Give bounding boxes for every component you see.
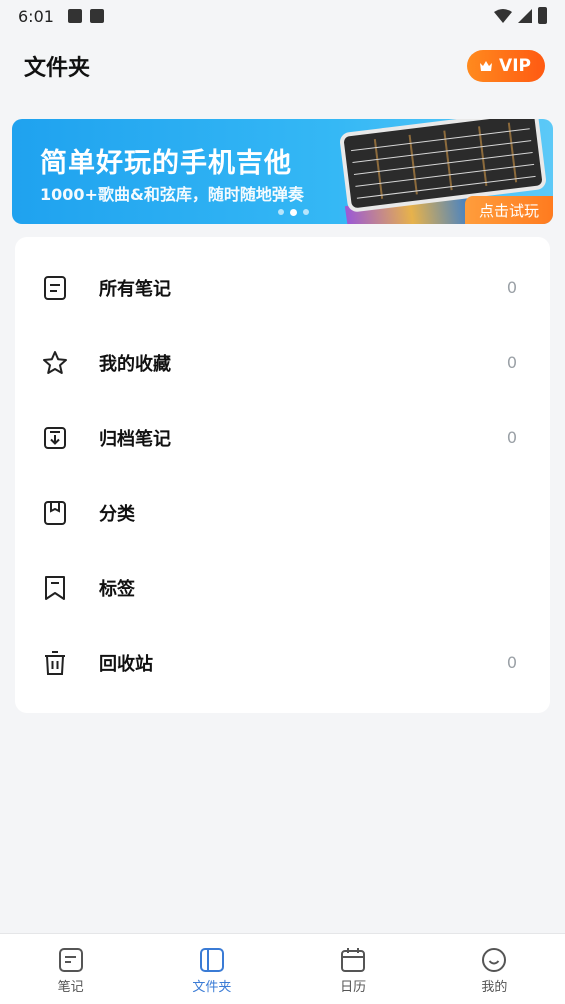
folder-row-tags[interactable]: 标签	[15, 550, 550, 625]
tag-icon	[45, 575, 65, 600]
notification-a-icon	[67, 9, 82, 23]
try-play-button[interactable]: 点击试玩	[465, 196, 553, 224]
folder-label: 标签	[99, 578, 135, 600]
category-icon	[44, 500, 66, 525]
folder-row-archived[interactable]: 归档笔记 0	[15, 400, 550, 475]
banner-pager	[278, 209, 309, 216]
tab-label: 笔记	[57, 980, 84, 995]
folder-label: 归档笔记	[99, 428, 171, 450]
vip-label: VIP	[499, 56, 531, 76]
tab-calendar[interactable]: 日历	[283, 934, 424, 1004]
tab-label: 日历	[340, 980, 367, 995]
folder-label: 我的收藏	[99, 353, 171, 375]
trash-icon	[45, 650, 65, 675]
tab-label: 我的	[481, 980, 508, 995]
notes-tab-icon	[58, 948, 83, 972]
profile-tab-icon	[482, 948, 507, 972]
folder-row-all-notes[interactable]: 所有笔记 0	[15, 250, 550, 325]
folder-tab-icon	[199, 948, 224, 972]
status-bar: 6:01	[0, 0, 565, 32]
banner-subtitle: 1000+歌曲&和弦库，随时随地弹奏	[40, 185, 304, 204]
banner-title: 简单好玩的手机吉他	[40, 148, 292, 179]
folder-row-trash[interactable]: 回收站 0	[15, 625, 550, 700]
note-icon	[44, 275, 66, 300]
folder-label: 分类	[99, 503, 135, 525]
signal-icon	[518, 8, 532, 23]
folder-row-favorites[interactable]: 我的收藏 0	[15, 325, 550, 400]
archive-icon	[44, 426, 66, 449]
crown-icon	[480, 61, 493, 71]
tab-label: 文件夹	[192, 980, 232, 995]
clipboard-icon	[89, 9, 104, 23]
star-icon	[43, 350, 67, 374]
page-title: 文件夹	[24, 56, 91, 81]
battery-icon	[538, 7, 547, 24]
promo-banner[interactable]: 简单好玩的手机吉他 1000+歌曲&和弦库，随时随地弹奏 点击试玩	[12, 119, 553, 224]
folder-count: 0	[506, 428, 517, 447]
page-header: 文件夹 VIP	[24, 44, 545, 88]
tab-folders[interactable]: 文件夹	[141, 934, 282, 1004]
wifi-icon	[494, 8, 512, 23]
folder-row-category[interactable]: 分类	[15, 475, 550, 550]
tab-profile[interactable]: 我的	[424, 934, 565, 1004]
folder-list: 所有笔记 0 我的收藏 0 归档笔记 0 分类 标签 回收站 0	[15, 237, 550, 713]
folder-label: 回收站	[99, 653, 153, 675]
vip-button[interactable]: VIP	[467, 50, 545, 82]
calendar-tab-icon	[341, 948, 366, 972]
pager-dot-active[interactable]	[290, 209, 297, 216]
folder-count: 0	[506, 353, 517, 372]
bottom-tab-bar: 笔记 文件夹 日历 我的	[0, 933, 565, 1004]
folder-count: 0	[506, 278, 517, 297]
tab-notes[interactable]: 笔记	[0, 934, 141, 1004]
folder-count: 0	[506, 653, 517, 672]
status-time: 6:01	[18, 6, 54, 26]
folder-label: 所有笔记	[99, 278, 171, 300]
pager-dot[interactable]	[278, 209, 284, 215]
pager-dot[interactable]	[303, 209, 309, 215]
